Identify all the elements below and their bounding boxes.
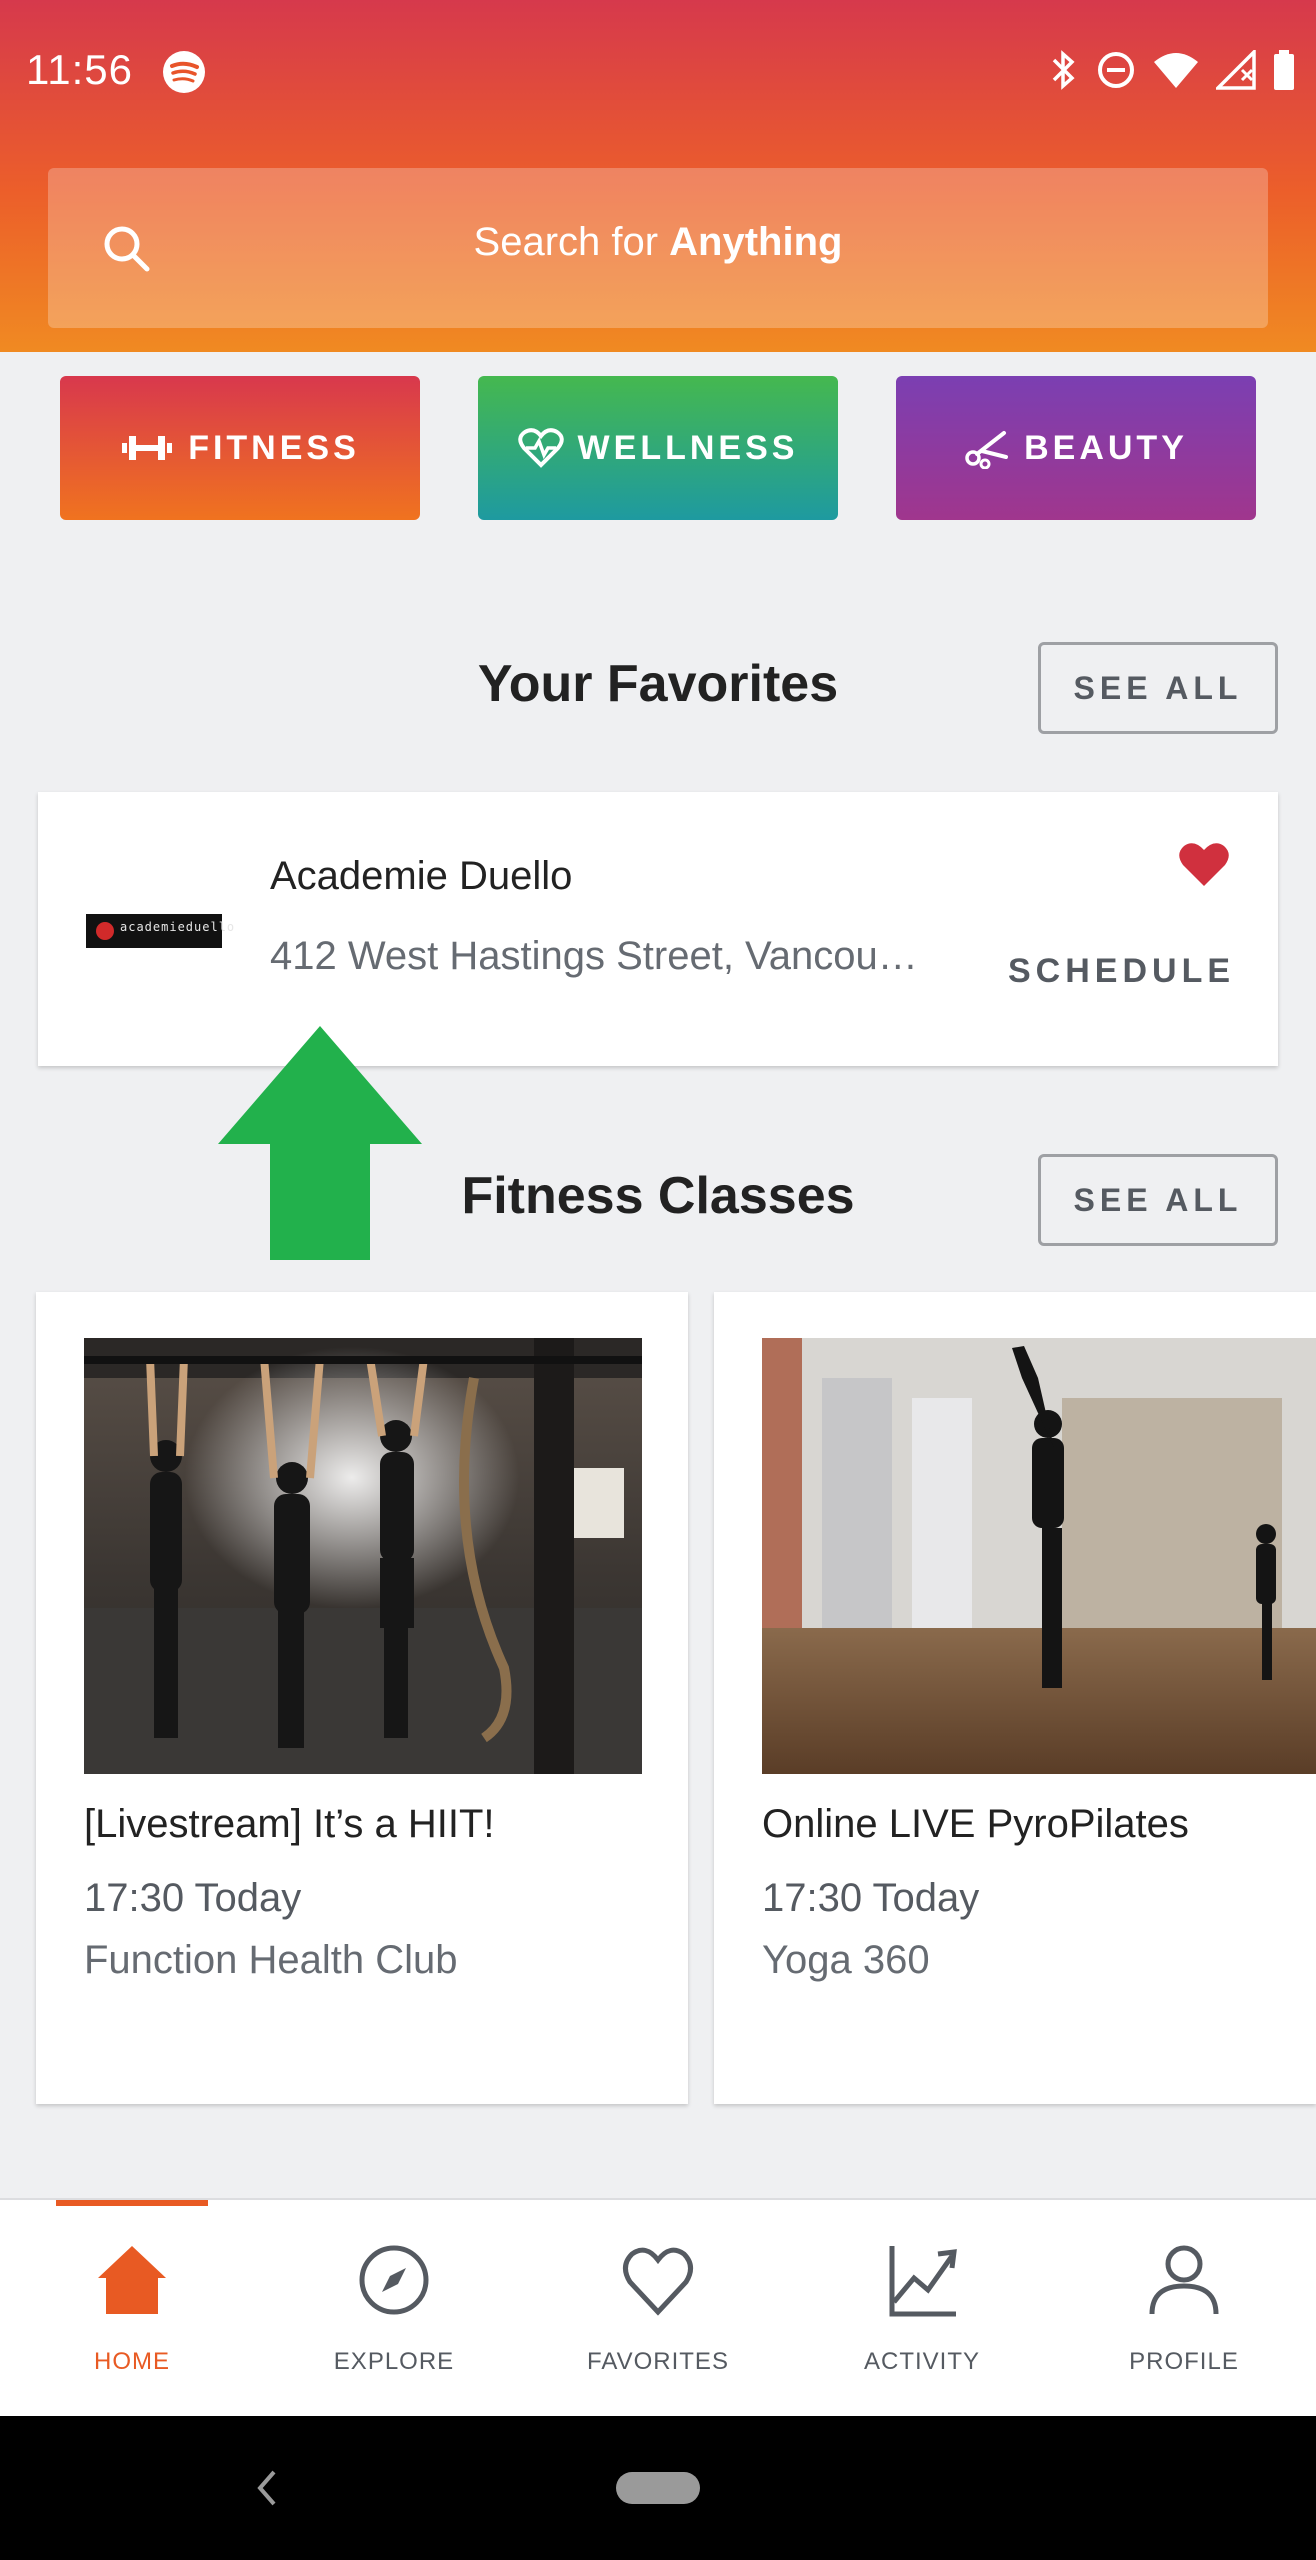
bottom-navigation: HOME EXPLORE FAVORITES ACTIVITY PROFILE	[0, 2198, 1316, 2416]
fitness-category-label: FITNESS	[188, 428, 360, 467]
class-time: 17:30 Today	[84, 1876, 302, 1920]
status-time: 11:56	[26, 46, 133, 93]
status-icons	[1046, 48, 1296, 92]
nav-activity-label: ACTIVITY	[863, 2348, 980, 2375]
do-not-disturb-icon	[1098, 52, 1134, 88]
search-placeholder-highlight: Anything	[669, 220, 843, 264]
signal-icon	[1216, 50, 1256, 90]
nav-home[interactable]: HOME	[32, 2200, 232, 2418]
home-pill-button[interactable]	[616, 2472, 700, 2504]
system-navigation-bar	[0, 2416, 1316, 2560]
academie-duello-logo: academieduello	[86, 914, 234, 948]
class-title: [Livestream] It’s a HIIT!	[84, 1802, 495, 1846]
class-venue: Function Health Club	[84, 1938, 458, 1982]
class-image-hiit	[84, 1338, 642, 1774]
activity-chart-icon	[889, 2246, 957, 2317]
favorite-address: 412 West Hastings Street, Vancou…	[270, 934, 918, 978]
class-card[interactable]: [Livestream] It’s a HIIT! 17:30 Today Fu…	[36, 1292, 688, 2104]
search-placeholder: Search for Anything	[48, 220, 1268, 265]
favorites-see-all-button[interactable]: SEE ALL	[1038, 642, 1278, 734]
spotify-icon	[163, 51, 205, 93]
battery-icon	[1274, 50, 1294, 90]
beauty-category-label: BEAUTY	[1024, 428, 1188, 467]
class-title: Online LIVE PyroPilates	[762, 1802, 1189, 1846]
nav-explore[interactable]: EXPLORE	[294, 2200, 494, 2418]
nav-favorites[interactable]: FAVORITES	[558, 2200, 758, 2418]
class-venue: Yoga 360	[762, 1938, 930, 1982]
profile-icon	[1149, 2245, 1219, 2315]
wellness-category-label: WELLNESS	[577, 428, 799, 467]
wifi-icon	[1154, 53, 1198, 88]
class-image-pilates	[762, 1338, 1316, 1774]
compass-icon	[359, 2245, 429, 2315]
heart-pulse-icon	[517, 428, 564, 468]
class-card[interactable]: Online LIVE PyroPilates 17:30 Today Yoga…	[714, 1292, 1316, 2104]
favorite-card[interactable]: academieduello Academie Duello 412 West …	[38, 792, 1278, 1066]
wellness-category-button[interactable]: WELLNESS	[478, 376, 838, 520]
nav-explore-label: EXPLORE	[333, 2348, 455, 2375]
class-time: 17:30 Today	[762, 1876, 980, 1920]
fitness-classes-see-all-button[interactable]: SEE ALL	[1038, 1154, 1278, 1246]
back-icon[interactable]	[252, 2464, 282, 2512]
favorite-heart-icon[interactable]	[1178, 840, 1230, 888]
nav-profile[interactable]: PROFILE	[1084, 2200, 1284, 2418]
home-icon	[98, 2246, 166, 2314]
search-input[interactable]: Search for Anything	[48, 168, 1268, 328]
scissors-icon	[965, 431, 1009, 469]
logo-emblem	[96, 922, 114, 940]
nav-favorites-label: FAVORITES	[587, 2348, 729, 2375]
nav-profile-label: PROFILE	[1129, 2348, 1239, 2375]
schedule-button[interactable]: SCHEDULE	[1008, 952, 1235, 991]
favorite-name: Academie Duello	[270, 854, 573, 898]
fitness-category-button[interactable]: FITNESS	[60, 376, 420, 520]
nav-home-label: HOME	[94, 2348, 170, 2375]
search-placeholder-prefix: Search for	[473, 220, 670, 264]
nav-activity[interactable]: ACTIVITY	[822, 2200, 1022, 2418]
dumbbell-icon	[122, 436, 173, 460]
app-header: 11:56 Search for Anything	[0, 0, 1316, 352]
heart-icon	[623, 2247, 693, 2316]
beauty-category-button[interactable]: BEAUTY	[896, 376, 1256, 520]
logo-text: academieduello	[120, 920, 236, 934]
status-bar: 11:56	[0, 0, 1316, 144]
bluetooth-icon	[1052, 50, 1075, 90]
